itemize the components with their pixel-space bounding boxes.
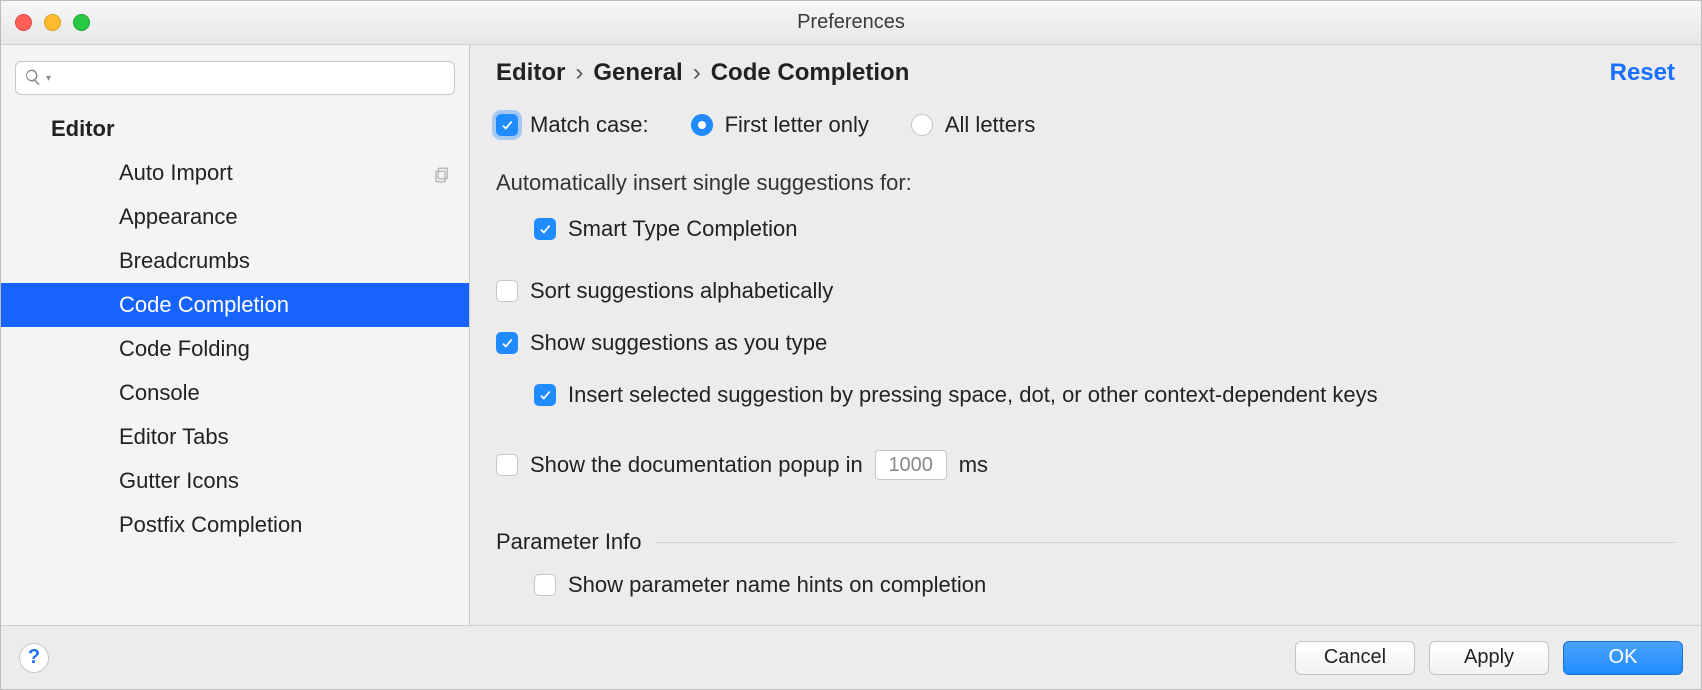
tree-item-breadcrumbs[interactable]: Breadcrumbs	[1, 239, 469, 283]
titlebar: Preferences	[1, 1, 1701, 45]
chevron-right-icon: ›	[575, 59, 583, 87]
breadcrumb-row: Editor › General › Code Completion Reset	[496, 59, 1675, 87]
window-title: Preferences	[1, 11, 1701, 34]
tree-item-code-folding[interactable]: Code Folding	[1, 327, 469, 371]
tree-item-label: Code Folding	[119, 336, 250, 362]
smart-type-checkbox[interactable]	[534, 218, 556, 240]
show-doc-popup-label-post: ms	[959, 452, 988, 478]
dropdown-caret-icon: ▾	[46, 73, 51, 84]
search-wrap: ▾	[1, 55, 469, 107]
sort-alpha-checkbox[interactable]	[496, 280, 518, 302]
insert-by-keys-label: Insert selected suggestion by pressing s…	[568, 382, 1378, 408]
apply-button[interactable]: Apply	[1429, 641, 1549, 675]
tree-header-editor[interactable]: Editor	[1, 107, 469, 151]
breadcrumb: Editor › General › Code Completion	[496, 59, 909, 87]
search-input[interactable]	[55, 69, 446, 87]
param-hints-row: Show parameter name hints on completion	[496, 569, 1675, 601]
first-letter-radio[interactable]	[691, 114, 713, 136]
show-suggestions-checkbox[interactable]	[496, 332, 518, 354]
sort-alpha-row: Sort suggestions alphabetically	[496, 275, 1675, 307]
smart-type-row: Smart Type Completion	[496, 213, 1675, 245]
smart-type-label: Smart Type Completion	[568, 216, 797, 242]
tree-header-label: Editor	[51, 116, 115, 142]
settings-tree: Editor Auto Import Appearance Breadcrumb…	[1, 107, 469, 625]
reset-link[interactable]: Reset	[1610, 59, 1675, 87]
tree-item-label: Editor Tabs	[119, 424, 229, 450]
show-suggestions-label: Show suggestions as you type	[530, 330, 827, 356]
show-doc-popup-row: Show the documentation popup in ms	[496, 449, 1675, 481]
tree-item-auto-import[interactable]: Auto Import	[1, 151, 469, 195]
chevron-right-icon: ›	[693, 59, 701, 87]
auto-insert-label: Automatically insert single suggestions …	[496, 167, 1675, 199]
preferences-window: Preferences ▾ Editor Auto Import	[0, 0, 1702, 690]
doc-popup-delay-input[interactable]	[875, 450, 947, 480]
match-case-row: Match case: First letter only All letter…	[496, 109, 1675, 141]
tree-item-label: Gutter Icons	[119, 468, 239, 494]
dialog-footer: ? Cancel Apply OK	[1, 625, 1701, 689]
tree-item-label: Postfix Completion	[119, 512, 302, 538]
cancel-button[interactable]: Cancel	[1295, 641, 1415, 675]
show-doc-popup-checkbox[interactable]	[496, 454, 518, 476]
breadcrumb-part: Code Completion	[711, 59, 910, 87]
breadcrumb-part[interactable]: General	[593, 59, 682, 87]
parameter-info-section: Parameter Info	[496, 529, 1675, 555]
search-icon	[24, 68, 42, 89]
tree-item-appearance[interactable]: Appearance	[1, 195, 469, 239]
insert-by-keys-row: Insert selected suggestion by pressing s…	[496, 379, 1675, 411]
help-button[interactable]: ?	[19, 643, 49, 673]
window-body: ▾ Editor Auto Import Appearance	[1, 45, 1701, 625]
insert-by-keys-checkbox[interactable]	[534, 384, 556, 406]
copy-settings-icon	[433, 164, 451, 182]
first-letter-label: First letter only	[725, 112, 869, 138]
settings-content: Editor › General › Code Completion Reset…	[470, 45, 1701, 625]
divider-line	[656, 542, 1675, 543]
all-letters-label: All letters	[945, 112, 1035, 138]
breadcrumb-part[interactable]: Editor	[496, 59, 565, 87]
search-field[interactable]: ▾	[15, 61, 455, 95]
param-hints-checkbox[interactable]	[534, 574, 556, 596]
tree-item-editor-tabs[interactable]: Editor Tabs	[1, 415, 469, 459]
match-case-label: Match case:	[530, 112, 649, 138]
tree-item-gutter-icons[interactable]: Gutter Icons	[1, 459, 469, 503]
show-suggestions-row: Show suggestions as you type	[496, 327, 1675, 359]
sidebar: ▾ Editor Auto Import Appearance	[1, 45, 470, 625]
section-title: Parameter Info	[496, 529, 642, 555]
tree-item-label: Console	[119, 380, 200, 406]
param-hints-label: Show parameter name hints on completion	[568, 572, 986, 598]
tree-item-code-completion[interactable]: Code Completion	[1, 283, 469, 327]
sort-alpha-label: Sort suggestions alphabetically	[530, 278, 833, 304]
tree-item-postfix-completion[interactable]: Postfix Completion	[1, 503, 469, 547]
tree-item-label: Appearance	[119, 204, 238, 230]
tree-item-label: Auto Import	[119, 160, 233, 186]
tree-item-label: Code Completion	[119, 292, 289, 318]
tree-item-label: Breadcrumbs	[119, 248, 250, 274]
tree-item-console[interactable]: Console	[1, 371, 469, 415]
show-doc-popup-label-pre: Show the documentation popup in	[530, 452, 863, 478]
ok-button[interactable]: OK	[1563, 641, 1683, 675]
all-letters-radio[interactable]	[911, 114, 933, 136]
match-case-checkbox[interactable]	[496, 114, 518, 136]
